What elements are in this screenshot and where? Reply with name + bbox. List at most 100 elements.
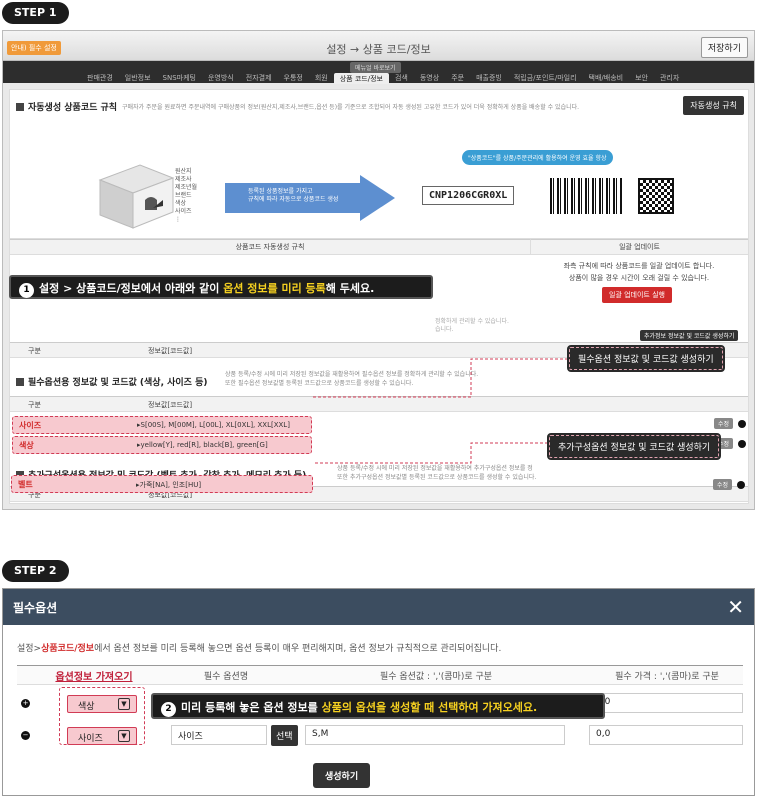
select-button[interactable]: 선택 (271, 725, 298, 746)
faint-text: 정확하게 관리할 수 있습니다. 습니다. (435, 318, 509, 333)
step1-badge: STEP 1 (2, 2, 69, 24)
step2-callout: 2 미리 등록해 놓은 옵션 정보를 상품의 옵션을 생성할 때 선택하여 가져오… (151, 693, 605, 719)
callout2-prefix: 미리 등록해 놓은 옵션 정보를 (181, 701, 322, 714)
extra-generate-button[interactable]: 추가정보 정보값 및 코드값 생성하기 (640, 330, 739, 341)
barcode-icon (550, 178, 622, 214)
attribute-item: 원산지 (175, 168, 192, 175)
row-value: ▸yellow[Y], red[R], black[B], green[G] (137, 441, 268, 449)
remove-row-icon[interactable]: − (21, 731, 30, 740)
callout1-prefix: 설정 > 상품코드/정보에서 아래와 같이 (39, 282, 224, 295)
head-values: 필수 옵션값 : ','(콤마)로 구분 (379, 672, 493, 682)
nav-tab[interactable]: 보안 (629, 73, 654, 84)
nav-tab[interactable]: 상품 코드/정보 (333, 73, 389, 84)
intro-a: 설정> (17, 644, 42, 654)
intro-c: 에서 옵션 정보를 미리 등록해 놓으면 옵션 등록이 매우 편리해지며, 옵션… (94, 644, 502, 654)
auto-desc: 구매자가 주문을 원료하면 주문내역에 구매상품의 정보(원산지,제조사,브랜드… (122, 104, 580, 111)
bulk-line2: 상품이 많을 경우 시간이 오래 걸릴 수 있습니다. (568, 274, 710, 282)
bulk-line1: 좌측 규칙에 따라 상품코드를 일괄 업데이트 합니다. (563, 262, 715, 270)
head-price: 필수 가격 : ','(콤마)로 구분 (615, 672, 719, 682)
nav-tab[interactable]: 우통정 (278, 73, 309, 84)
col-value: 정보값[코드값] (148, 347, 193, 355)
top-bar: 안내) 필수 설정 설정 → 상품 코드/정보 저장하기 (3, 31, 754, 61)
attribute-item: 브랜드 (175, 192, 192, 199)
option-price-input[interactable]: 0,0 (589, 693, 743, 713)
nav-tab[interactable]: SNS마케팅 (157, 73, 202, 84)
bulk-update-button[interactable]: 일괄 업데이트 실행 (602, 287, 672, 303)
edit-button[interactable]: 수정 (714, 418, 734, 429)
nav-tab[interactable]: 운영방식 (202, 73, 240, 84)
auto-rule-button[interactable]: 자동생성 규칙 (683, 96, 744, 115)
option-modal: 필수옵션 ✕ 설정>상품코드/정보에서 옵션 정보를 미리 등록해 놓으면 옵션… (2, 588, 755, 796)
modal-header: 필수옵션 ✕ (3, 589, 754, 625)
bulk-head: 일괄 업데이트 (530, 239, 748, 255)
req-row-size[interactable]: 사이즈 ▸S[00S], M[00M], L[00L], XL[0XL], XX… (12, 416, 312, 434)
add-row-icon[interactable]: + (21, 699, 30, 708)
modal-title: 필수옵션 (13, 601, 58, 615)
req-row-color[interactable]: 색상 ▸yellow[Y], red[R], black[B], green[G… (12, 436, 312, 454)
callout1-highlight: 옵션 정보를 미리 등록 (223, 282, 326, 295)
callout1-suffix: 해 두세요. (325, 282, 375, 295)
attribute-item: ⋮ (175, 216, 181, 223)
remove-icon[interactable] (737, 481, 745, 489)
auto-title-text: 자동생성 상품코드 규칙 (28, 103, 118, 113)
head-name: 필수 옵션명 (203, 672, 249, 682)
page-title: 설정 → 상품 코드/정보 (326, 43, 431, 56)
row-name: 벨트 (18, 480, 33, 489)
nav-tab[interactable]: 관리자 (654, 73, 685, 84)
square-icon (16, 378, 24, 386)
nav-tab[interactable]: 주문 (445, 73, 470, 84)
edit-button[interactable]: 수정 (713, 479, 733, 490)
attribute-item: 색상 (175, 200, 187, 207)
nav-tab[interactable]: 택배/배송비 (583, 73, 630, 84)
nav-tab[interactable]: 적립금/포인트/마일리 (508, 73, 583, 84)
product-code: CNP1206CGR0XL (422, 186, 515, 205)
manual-link[interactable]: 메뉴얼 바로보기 (350, 62, 401, 73)
nav-tab[interactable]: 회원 (309, 73, 334, 84)
attribute-item: 제조사 (175, 176, 192, 183)
intro-b: 상품코드/정보 (41, 644, 95, 654)
col-label: 구분 (28, 401, 41, 409)
addl-row-belt[interactable]: 벨트 ▸가죽[NA], 인조[HU] (11, 475, 313, 493)
nav-tabs: 판매관경 일반정보 SNS마케팅 운영방식 전자결제 우통정 회원 상품 코드/정보 검색 동영상… (81, 73, 685, 84)
req-title-text: 필수옵션용 정보값 및 코드값 (색상, 사이즈 등) (28, 378, 208, 388)
row-value: ▸가죽[NA], 인조[HU] (136, 481, 202, 489)
number-1-icon: 1 (19, 283, 34, 298)
option-price-input[interactable]: 0,0 (589, 725, 743, 745)
option-name-input[interactable]: 사이즈 (171, 725, 267, 745)
save-button[interactable]: 저장하기 (700, 37, 748, 58)
box-icon (98, 164, 175, 229)
screenshot-settings: 안내) 필수 설정 설정 → 상품 코드/정보 저장하기 메뉴얼 바로보기 판매… (2, 30, 755, 510)
square-icon (16, 103, 24, 111)
callout-connectors (313, 358, 568, 464)
nav-tab[interactable]: 매출증빙 (470, 73, 508, 84)
addl-callout: 추가구성옵션 정보값 및 코드값 생성하기 (546, 433, 722, 460)
tip-bubble: "상품코드"를 상품/주문관리에 활용하여 운영 효율 향상 (462, 150, 613, 165)
req-section-title: 필수옵션용 정보값 및 코드값 (색상, 사이즈 등) (16, 375, 208, 388)
step2-badge: STEP 2 (2, 560, 69, 582)
req-callout: 필수옵션 정보값 및 코드값 생성하기 (567, 345, 725, 372)
nav-tab[interactable]: 전자결제 (240, 73, 278, 84)
callout2-highlight: 상품의 옵션을 생성할 때 선택하여 가져오세요. (321, 701, 538, 714)
row-name: 사이즈 (19, 421, 42, 430)
option-values-input[interactable]: S,M (305, 725, 565, 745)
remove-icon[interactable] (738, 420, 746, 428)
select-value: 색상 (78, 702, 95, 712)
close-icon[interactable]: ✕ (727, 595, 744, 619)
row-name: 색상 (19, 441, 34, 450)
col-value: 정보값[코드값] (148, 401, 193, 409)
nav-tab[interactable]: 동영상 (414, 73, 445, 84)
nav-tab[interactable]: 일반정보 (119, 73, 157, 84)
attribute-item: 제조년월 (175, 184, 198, 191)
nav-tab[interactable]: 검색 (389, 73, 414, 84)
generate-button[interactable]: 생성하기 (313, 763, 371, 788)
col-label: 구분 (28, 347, 41, 355)
number-2-icon: 2 (161, 702, 176, 717)
option-select-color[interactable]: 색상 ▼ (67, 695, 137, 713)
nav-tab[interactable]: 판매관경 (81, 73, 119, 84)
row-value: ▸S[00S], M[00M], L[00L], XL[0XL], XXL[XX… (137, 421, 290, 429)
auto-section-title: 자동생성 상품코드 규칙 (16, 100, 117, 113)
remove-icon[interactable] (738, 440, 746, 448)
option-select-size[interactable]: 사이즈 ▼ (67, 727, 137, 745)
select-value: 사이즈 (78, 734, 103, 744)
rule-head: 상품코드 자동생성 규칙 (10, 239, 530, 255)
